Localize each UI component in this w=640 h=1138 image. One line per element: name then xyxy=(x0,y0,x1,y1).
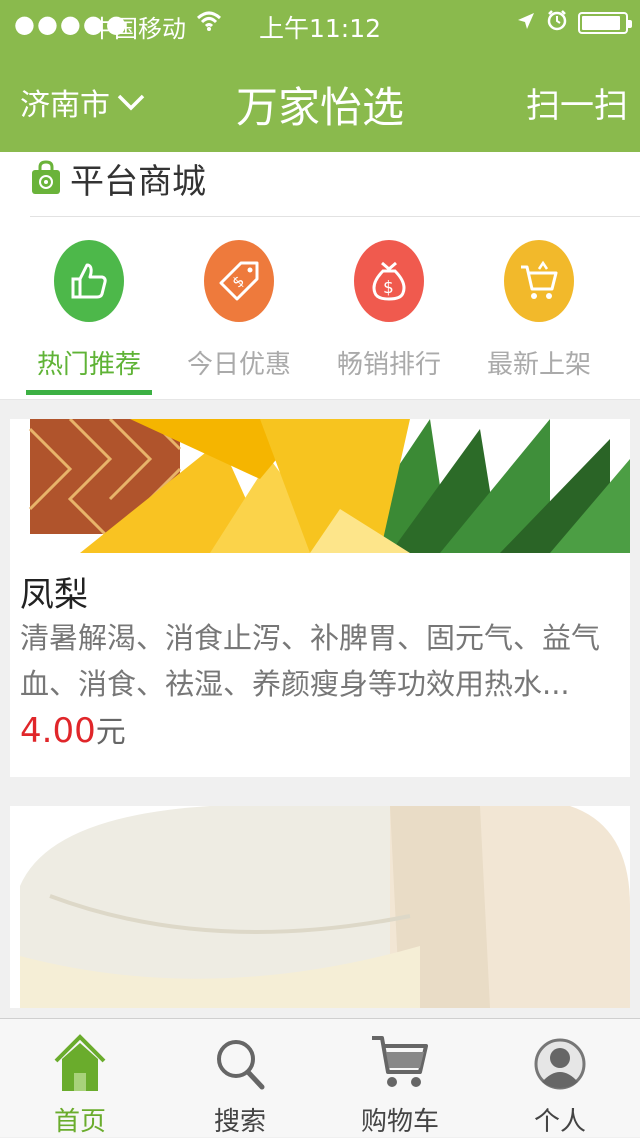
product-image-pineapple xyxy=(10,419,630,553)
chevron-down-icon xyxy=(116,85,146,120)
tab-search[interactable]: 搜索 xyxy=(160,1033,320,1138)
category-label: 最新上架 xyxy=(486,350,591,380)
price-amount: 4.00 xyxy=(20,711,96,751)
tab-label: 购物车 xyxy=(360,1107,439,1137)
alarm-icon xyxy=(546,9,568,37)
product-card[interactable]: 凤梨 清暑解渴、消食止泻、补脾胃、固元气、益气血、消食、祛湿、养颜瘦身等功效用热… xyxy=(10,419,630,777)
category-hot[interactable]: 热门推荐 xyxy=(14,240,164,400)
category-bar: 热门推荐 $ 今日优惠 $ 畅销排行 最新上架 xyxy=(0,218,640,400)
category-label: 热门推荐 xyxy=(36,350,141,380)
divider xyxy=(0,399,640,400)
status-bar: ●●●●● 中国移动 上午11:12 xyxy=(0,0,640,48)
status-right-icons xyxy=(516,9,632,37)
product-name: 凤梨 xyxy=(20,575,88,615)
tab-label: 个人 xyxy=(533,1107,586,1137)
tab-label: 首页 xyxy=(53,1107,106,1137)
tab-cart[interactable]: 购物车 xyxy=(320,1033,480,1138)
profile-icon xyxy=(480,1033,640,1093)
scan-button[interactable]: 扫一扫 xyxy=(526,78,628,127)
app-header: 济南市 万家怡选 扫一扫 xyxy=(0,48,640,152)
tab-home[interactable]: 首页 xyxy=(0,1033,160,1138)
active-tab-indicator xyxy=(26,390,152,395)
search-icon xyxy=(160,1033,320,1093)
divider xyxy=(30,216,640,217)
svg-text:$: $ xyxy=(383,278,394,298)
bottom-tab-bar: 首页 搜索 购物车 个人 xyxy=(0,1018,640,1137)
svg-text:$: $ xyxy=(229,272,248,291)
price-unit: 元 xyxy=(95,715,126,750)
city-selector[interactable]: 济南市 xyxy=(20,80,146,124)
product-image-coconut xyxy=(10,806,630,1008)
cart-icon xyxy=(320,1033,480,1093)
category-label: 畅销排行 xyxy=(336,350,441,380)
thumbs-up-icon xyxy=(54,240,124,322)
shopping-bag-icon xyxy=(30,160,62,200)
price-tag-icon: $ xyxy=(204,240,274,322)
category-new-arrivals[interactable]: 最新上架 xyxy=(464,240,614,400)
category-label: 今日优惠 xyxy=(186,350,291,380)
platform-mall-row[interactable]: 平台商城 xyxy=(0,152,640,218)
money-bag-icon: $ xyxy=(354,240,424,322)
tab-label: 搜索 xyxy=(213,1107,266,1137)
product-card[interactable] xyxy=(10,806,630,1008)
battery-icon xyxy=(578,12,632,34)
tab-profile[interactable]: 个人 xyxy=(480,1033,640,1138)
location-arrow-icon xyxy=(516,9,536,37)
category-best-sellers[interactable]: $ 畅销排行 xyxy=(314,240,464,400)
city-label: 济南市 xyxy=(20,88,110,123)
product-price: 4.00元 xyxy=(20,707,126,751)
platform-mall-label: 平台商城 xyxy=(70,162,206,202)
cart-new-icon xyxy=(504,240,574,322)
home-icon xyxy=(0,1033,160,1093)
category-today-deals[interactable]: $ 今日优惠 xyxy=(164,240,314,400)
product-description: 清暑解渴、消食止泻、补脾胃、固元气、益气血、消食、祛湿、养颜瘦身等功效用热水..… xyxy=(20,621,601,701)
